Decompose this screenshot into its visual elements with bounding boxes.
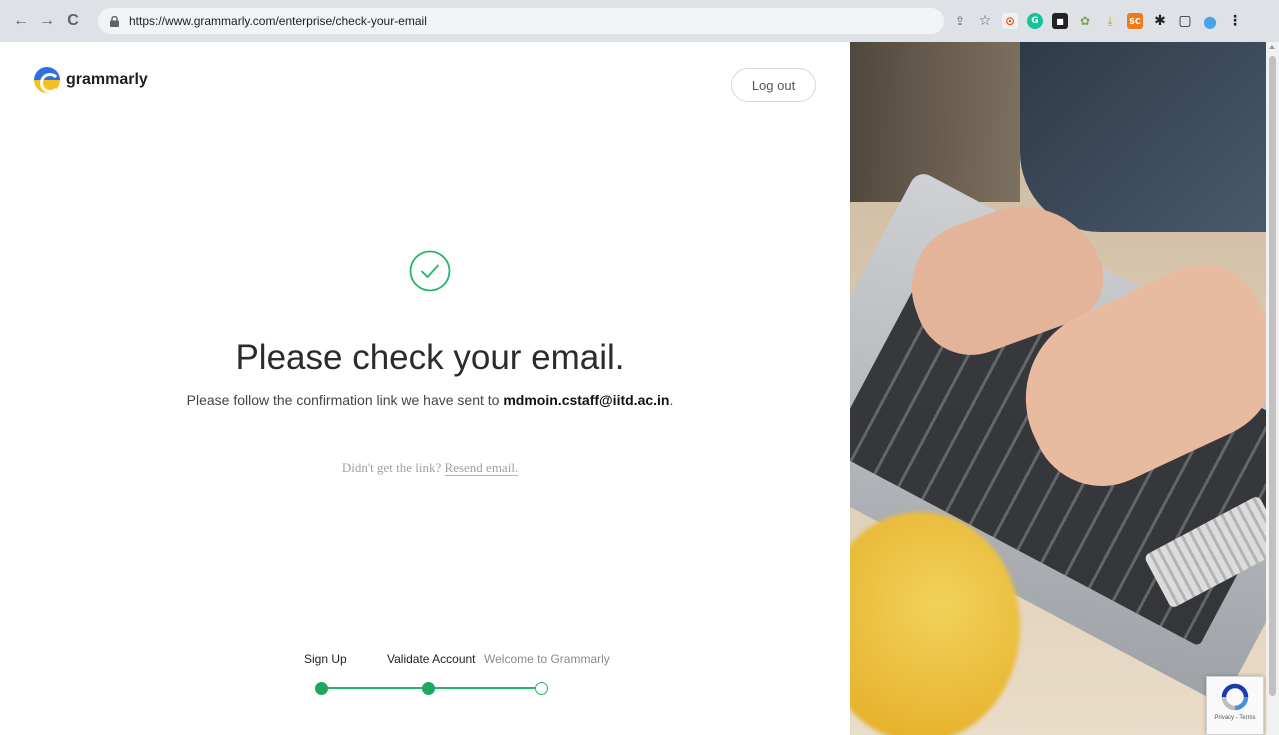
address-bar[interactable]: https://www.grammarly.com/enterprise/che… xyxy=(98,8,944,34)
step-connector-2 xyxy=(429,687,541,689)
confirmation-text: Please follow the confirmation link we h… xyxy=(186,392,504,408)
email-address: mdmoin.cstaff@iitd.ac.in xyxy=(503,392,670,408)
reload-icon[interactable]: C xyxy=(62,10,84,32)
confirmation-period: . xyxy=(669,392,674,408)
colorful-extension-icon[interactable]: ✿ xyxy=(1077,13,1093,29)
black-extension-icon[interactable]: ■ xyxy=(1052,13,1068,29)
resend-text: Didn't get the link? xyxy=(341,460,445,475)
extension-bar: ⇪ ☆ ⊙ G ■ ✿ ⤓ SC ✱ ▢ ● ⋮ xyxy=(952,8,1243,34)
url-text: https://www.grammarly.com/enterprise/che… xyxy=(129,14,427,28)
step-label-sign-up: Sign Up xyxy=(304,652,347,666)
step-dot-validate-account xyxy=(422,682,435,695)
grammarly-logo-icon xyxy=(34,67,60,93)
lock-icon xyxy=(110,15,119,27)
step-connector-1 xyxy=(322,687,429,689)
logo-text: grammarly xyxy=(66,71,148,88)
more-menu-icon[interactable]: ⋮ xyxy=(1227,13,1243,29)
tab-icon[interactable]: ▢ xyxy=(1177,13,1193,29)
photo-sleeve xyxy=(1020,42,1266,232)
recaptcha-privacy-terms[interactable]: Privacy - Terms xyxy=(1214,715,1255,721)
step-dot-welcome xyxy=(535,682,548,695)
page-scrollbar[interactable] xyxy=(1266,42,1279,735)
step-label-welcome: Welcome to Grammarly xyxy=(484,652,610,666)
share-icon[interactable]: ⇪ xyxy=(952,13,968,29)
content-panel: grammarly Log out Please check your emai… xyxy=(0,42,850,735)
hero-image-typing-on-laptop xyxy=(850,42,1266,735)
grammarly-extension-icon[interactable]: G xyxy=(1027,13,1043,29)
back-arrow-icon[interactable]: ← xyxy=(10,10,32,32)
scrollbar-thumb[interactable] xyxy=(1269,56,1276,696)
checkmark-circle-icon xyxy=(409,250,451,292)
recaptcha-badge[interactable]: Privacy - Terms xyxy=(1206,676,1264,735)
star-icon[interactable]: ☆ xyxy=(977,13,993,29)
profile-avatar[interactable]: ● xyxy=(1202,12,1218,31)
resend-prompt: Didn't get the link? Resend email. xyxy=(0,460,860,476)
puzzle-icon[interactable]: ✱ xyxy=(1152,13,1168,29)
logout-button[interactable]: Log out xyxy=(731,68,816,102)
resend-email-link[interactable]: Resend email. xyxy=(444,460,519,476)
recaptcha-icon xyxy=(1221,683,1249,711)
page-title: Please check your email. xyxy=(235,338,625,377)
forward-arrow-icon[interactable]: → xyxy=(36,10,58,32)
sc-extension-icon[interactable]: SC xyxy=(1127,13,1143,29)
browser-toolbar: ← → C https://www.grammarly.com/enterpri… xyxy=(0,0,1279,42)
camera-extension-icon[interactable]: ⊙ xyxy=(1002,13,1018,29)
step-label-validate-account: Validate Account xyxy=(387,652,476,666)
grammarly-logo[interactable]: grammarly xyxy=(34,67,148,93)
scroll-up-arrow-icon[interactable] xyxy=(1269,45,1275,49)
confirmation-message: Please follow the confirmation link we h… xyxy=(0,392,860,408)
step-dot-sign-up xyxy=(315,682,328,695)
download-icon[interactable]: ⤓ xyxy=(1102,13,1118,29)
